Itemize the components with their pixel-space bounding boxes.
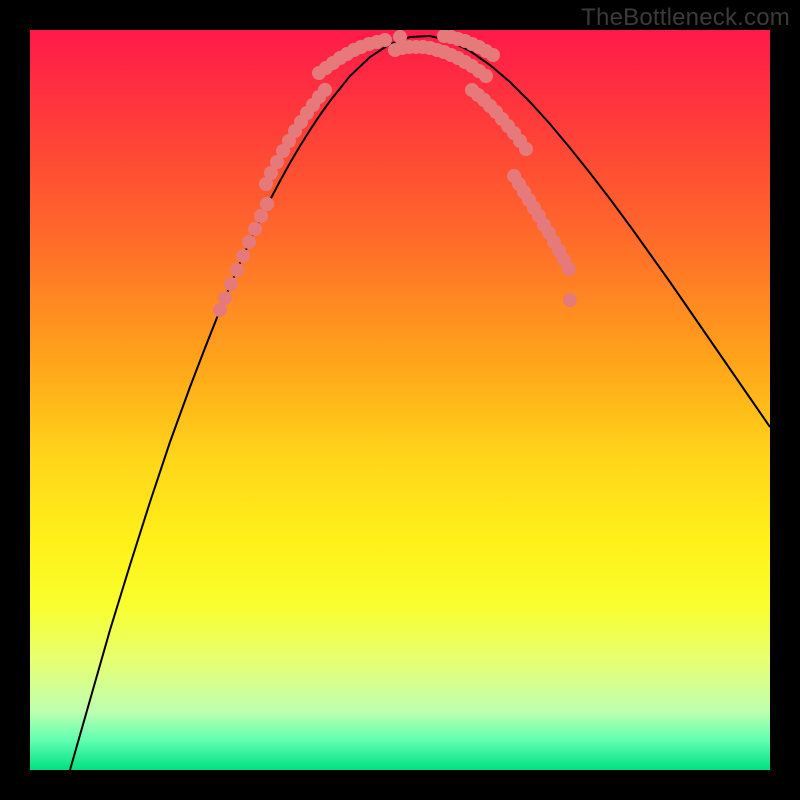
chart-svg [30, 30, 770, 770]
marker-dot [230, 263, 244, 277]
marker-dot [254, 209, 268, 223]
marker-dot [486, 48, 500, 62]
marker-dot [479, 69, 493, 83]
marker-dot [218, 291, 232, 305]
marker-dot [236, 249, 250, 263]
marker-dot [563, 293, 577, 307]
curve-line [70, 36, 770, 770]
marker-dot [378, 33, 392, 47]
marker-dot [213, 303, 227, 317]
marker-dot [318, 83, 332, 97]
chart-frame [30, 30, 770, 770]
marker-dot [248, 222, 262, 236]
marker-dot [519, 142, 533, 156]
marker-dot [562, 262, 576, 276]
marker-dot [260, 197, 274, 211]
marker-dot [242, 235, 256, 249]
marker-dot [224, 277, 238, 291]
watermark-text: TheBottleneck.com [581, 4, 790, 32]
marker-dots [213, 30, 577, 317]
